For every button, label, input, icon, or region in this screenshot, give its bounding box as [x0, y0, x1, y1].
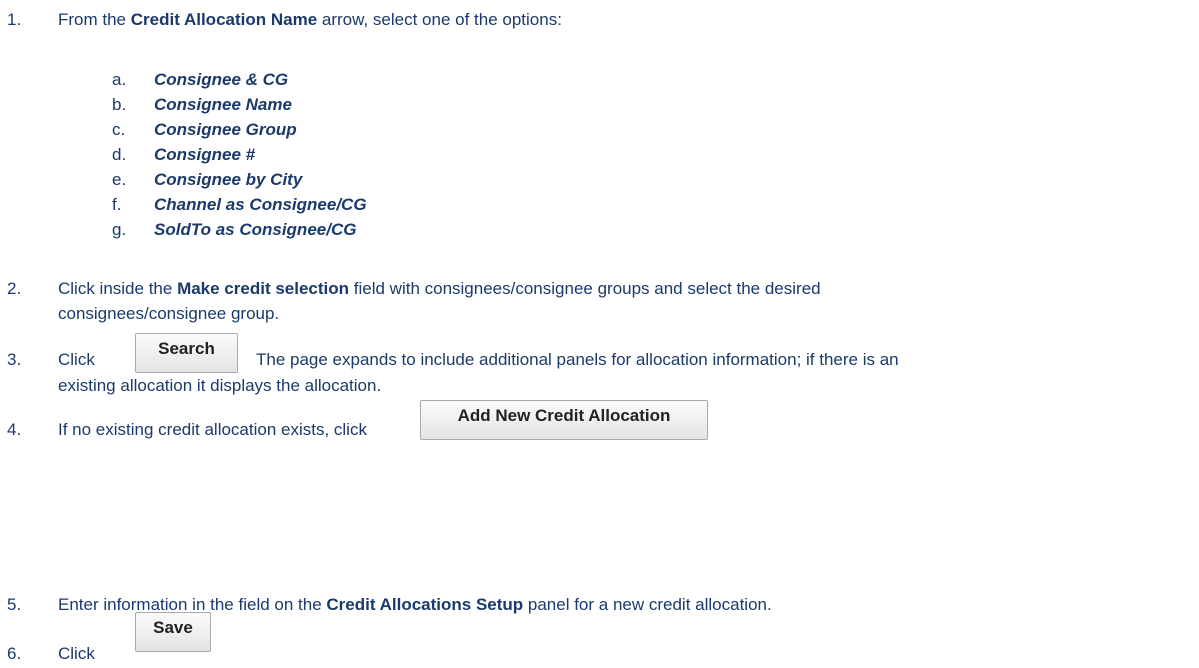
step-3-pre: Click: [58, 350, 95, 369]
option-label: Consignee by City: [154, 170, 303, 189]
step-1-pre: From the: [58, 10, 131, 29]
save-button[interactable]: Save: [135, 612, 211, 652]
step-4-number: 4.: [7, 420, 22, 439]
step-2-number: 2.: [7, 279, 22, 298]
step-4-pre: If no existing credit allocation exists,…: [58, 420, 367, 439]
step-3-post: The page expands to include additional p…: [256, 350, 899, 369]
option-label: Consignee Name: [154, 95, 292, 114]
step-3-number: 3.: [7, 350, 22, 369]
step-2-post: field with consignees/consignee groups a…: [349, 279, 821, 298]
step-6-pre: Click: [58, 644, 95, 663]
option-label: Consignee Group: [154, 120, 297, 139]
option-label: Consignee #: [154, 145, 256, 164]
option-letter: d.: [112, 145, 127, 164]
option-label: Channel as Consignee/CG: [154, 195, 367, 214]
step-2-pre: Click inside the: [58, 279, 178, 298]
step-5-number: 5.: [7, 595, 22, 614]
step-2-line2: consignees/consignee group.: [58, 304, 280, 323]
step-1-text: From the Credit Allocation Name arrow, s…: [58, 10, 562, 30]
step-6-number: 6.: [7, 644, 22, 663]
option-letter: e.: [112, 170, 127, 189]
step-2-text: Click inside the Make credit selection f…: [58, 279, 821, 299]
step-1-bold: Credit Allocation Name: [130, 10, 318, 29]
option-letter: g.: [112, 220, 127, 239]
step-3-line2: existing allocation it displays the allo…: [58, 376, 382, 395]
option-letter: a.: [112, 70, 127, 89]
step-2-bold: Make credit selection: [177, 279, 350, 298]
search-button[interactable]: Search: [135, 333, 238, 373]
option-label: SoldTo as Consignee/CG: [154, 220, 357, 239]
step-1-post: arrow, select one of the options:: [317, 10, 562, 29]
step-1-number: 1.: [7, 10, 22, 29]
option-label: Consignee & CG: [154, 70, 289, 89]
add-new-credit-allocation-button[interactable]: Add New Credit Allocation: [420, 400, 708, 440]
step-5-bold: Credit Allocations Setup: [326, 595, 524, 614]
step-5-post: panel for a new credit allocation.: [523, 595, 772, 614]
option-letter: b.: [112, 95, 127, 114]
option-letter: f.: [112, 195, 122, 214]
option-letter: c.: [112, 120, 126, 139]
